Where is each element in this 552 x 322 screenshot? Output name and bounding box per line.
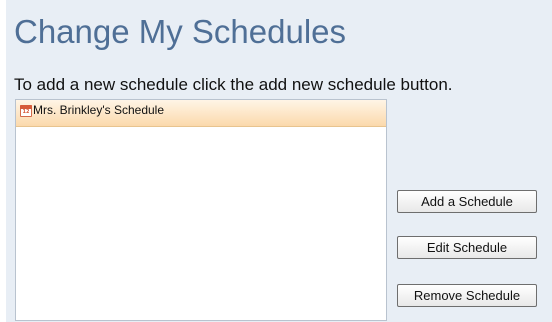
calendar-icon-number: 12 [22, 109, 30, 115]
change-schedules-page: Change My Schedules To add a new schedul… [0, 0, 552, 322]
schedule-list-item-selected[interactable]: 12 Mrs. Brinkley's Schedule [16, 100, 386, 127]
add-schedule-button[interactable]: Add a Schedule [397, 190, 537, 213]
schedule-name: Mrs. Brinkley's Schedule [33, 103, 165, 117]
calendar-icon: 12 [20, 105, 32, 117]
remove-schedule-button[interactable]: Remove Schedule [397, 284, 537, 307]
edit-schedule-button[interactable]: Edit Schedule [397, 236, 537, 259]
instructions-text: To add a new schedule click the add new … [14, 75, 453, 94]
schedule-list[interactable]: 12 Mrs. Brinkley's Schedule [15, 99, 387, 321]
page-title: Change My Schedules [14, 13, 347, 50]
